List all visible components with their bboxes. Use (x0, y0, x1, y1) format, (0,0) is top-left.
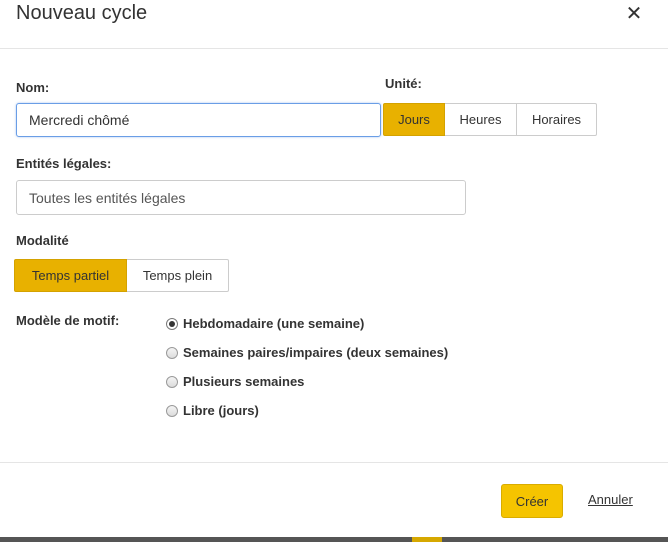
radio-unchecked-icon[interactable] (166, 346, 178, 359)
name-label: Nom: (16, 80, 50, 95)
modality-full-time-button[interactable]: Temps plein (127, 259, 229, 292)
unit-toggle-group: Jours Heures Horaires (383, 103, 597, 136)
modality-toggle-group: Temps partiel Temps plein (14, 259, 229, 292)
pattern-weekly-label: Hebdomadaire (une semaine) (183, 316, 365, 331)
pattern-multiple-weeks-label: Plusieurs semaines (183, 374, 305, 389)
pattern-model-label: Modèle de motif: (16, 313, 120, 328)
unit-schedules-button[interactable]: Horaires (517, 103, 597, 136)
radio-unchecked-icon[interactable] (166, 375, 178, 388)
new-cycle-dialog: Nouveau cycle ✕ Nom: Unité: Jours Heures… (0, 0, 668, 542)
modality-part-time-button[interactable]: Temps partiel (14, 259, 127, 292)
modality-label: Modalité (16, 233, 69, 248)
pattern-free-days-option[interactable]: Libre (jours) (166, 403, 259, 418)
dialog-title: Nouveau cycle (16, 2, 148, 24)
radio-checked-icon[interactable] (166, 317, 178, 330)
pattern-multiple-weeks-option[interactable]: Plusieurs semaines (166, 374, 304, 389)
footer-divider (0, 462, 668, 463)
pattern-even-odd-option[interactable]: Semaines paires/impaires (deux semaines) (166, 345, 448, 360)
background-accent-chip (412, 537, 442, 542)
unit-days-button[interactable]: Jours (383, 103, 445, 136)
pattern-even-odd-label: Semaines paires/impaires (deux semaines) (183, 345, 449, 360)
pattern-weekly-option[interactable]: Hebdomadaire (une semaine) (166, 316, 364, 331)
background-page-strip (0, 537, 668, 542)
unit-label: Unité: (385, 76, 422, 91)
name-input[interactable] (16, 103, 381, 137)
legal-entities-label: Entités légales: (16, 156, 112, 171)
create-button[interactable]: Créer (501, 484, 563, 518)
close-icon[interactable]: ✕ (624, 4, 644, 24)
unit-hours-button[interactable]: Heures (445, 103, 517, 136)
radio-unchecked-icon[interactable] (166, 404, 178, 417)
legal-entities-input[interactable] (16, 180, 466, 215)
dialog-header: Nouveau cycle ✕ (0, 0, 668, 49)
pattern-free-days-label: Libre (jours) (183, 403, 259, 418)
cancel-link[interactable]: Annuler (588, 492, 633, 507)
